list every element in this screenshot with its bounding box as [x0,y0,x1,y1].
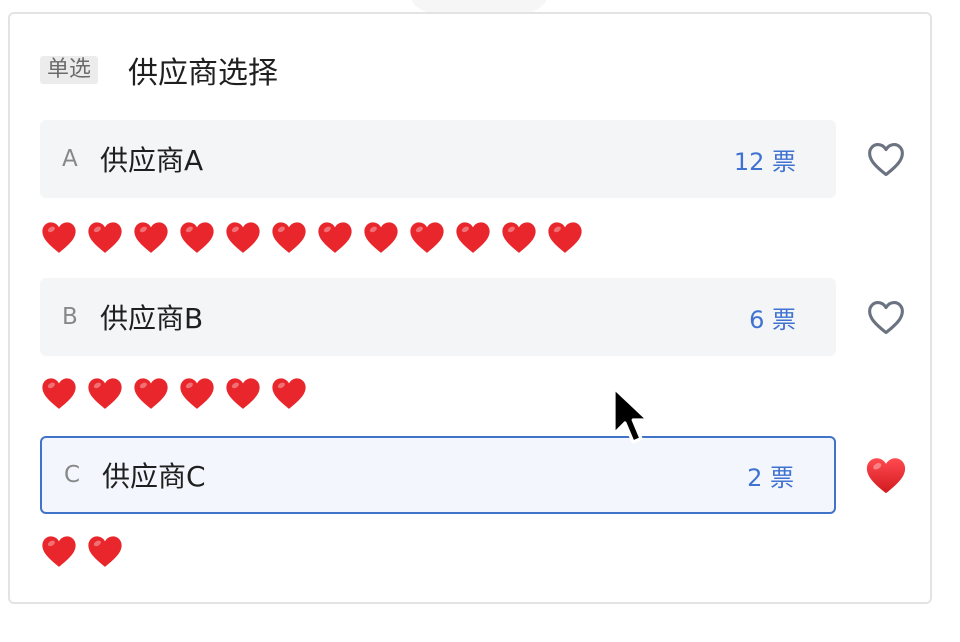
red-heart-emoji-icon [456,222,490,253]
red-heart-emoji-icon [548,222,582,253]
red-heart-emoji-icon [134,378,168,409]
option-label: 供应商C [102,460,206,493]
red-heart-emoji-icon [180,222,214,253]
red-heart-emoji-icon [272,378,306,409]
red-heart-emoji-icon [410,222,444,253]
voters-row-c [40,530,124,572]
option-c[interactable]: C 供应商C 2 票 [40,436,836,514]
red-heart-emoji-icon [180,378,214,409]
red-heart-emoji-icon [364,222,398,253]
vote-count: 2 票 [747,463,794,492]
vote-button-b[interactable] [862,293,910,341]
heart-outline-icon [868,301,904,335]
red-heart-emoji-icon [42,536,76,567]
voters-row-a [40,216,584,258]
vote-count: 12 票 [733,147,796,176]
red-heart-emoji-icon [42,378,76,409]
vote-count: 6 票 [749,305,796,334]
heart-filled-icon [866,458,906,494]
option-letter: B [62,304,78,330]
red-heart-emoji-icon [88,378,122,409]
voters-row-b [40,372,308,414]
red-heart-emoji-icon [88,222,122,253]
mouse-cursor-icon [612,386,650,444]
red-heart-emoji-icon [502,222,536,253]
red-heart-emoji-icon [318,222,352,253]
red-heart-emoji-icon [134,222,168,253]
option-a[interactable]: A 供应商A 12 票 [40,120,836,198]
option-b[interactable]: B 供应商B 6 票 [40,278,836,356]
option-label: 供应商B [100,302,204,335]
red-heart-emoji-icon [226,222,260,253]
poll-type-badge: 单选 [40,56,99,84]
option-letter: C [64,462,81,488]
option-label: 供应商A [100,144,204,177]
heart-outline-icon [868,143,904,177]
option-letter: A [62,146,78,172]
vote-button-a[interactable] [862,135,910,183]
poll-header: 单选 供应商选择 [40,52,278,91]
vote-button-c[interactable] [862,451,910,499]
poll-card: 单选 供应商选择 A 供应商A 12 票 B 供应商B 6 票 C 供应商C 2… [8,12,932,604]
red-heart-emoji-icon [226,378,260,409]
poll-title: 供应商选择 [128,56,279,91]
red-heart-emoji-icon [272,222,306,253]
red-heart-emoji-icon [88,536,122,567]
red-heart-emoji-icon [42,222,76,253]
